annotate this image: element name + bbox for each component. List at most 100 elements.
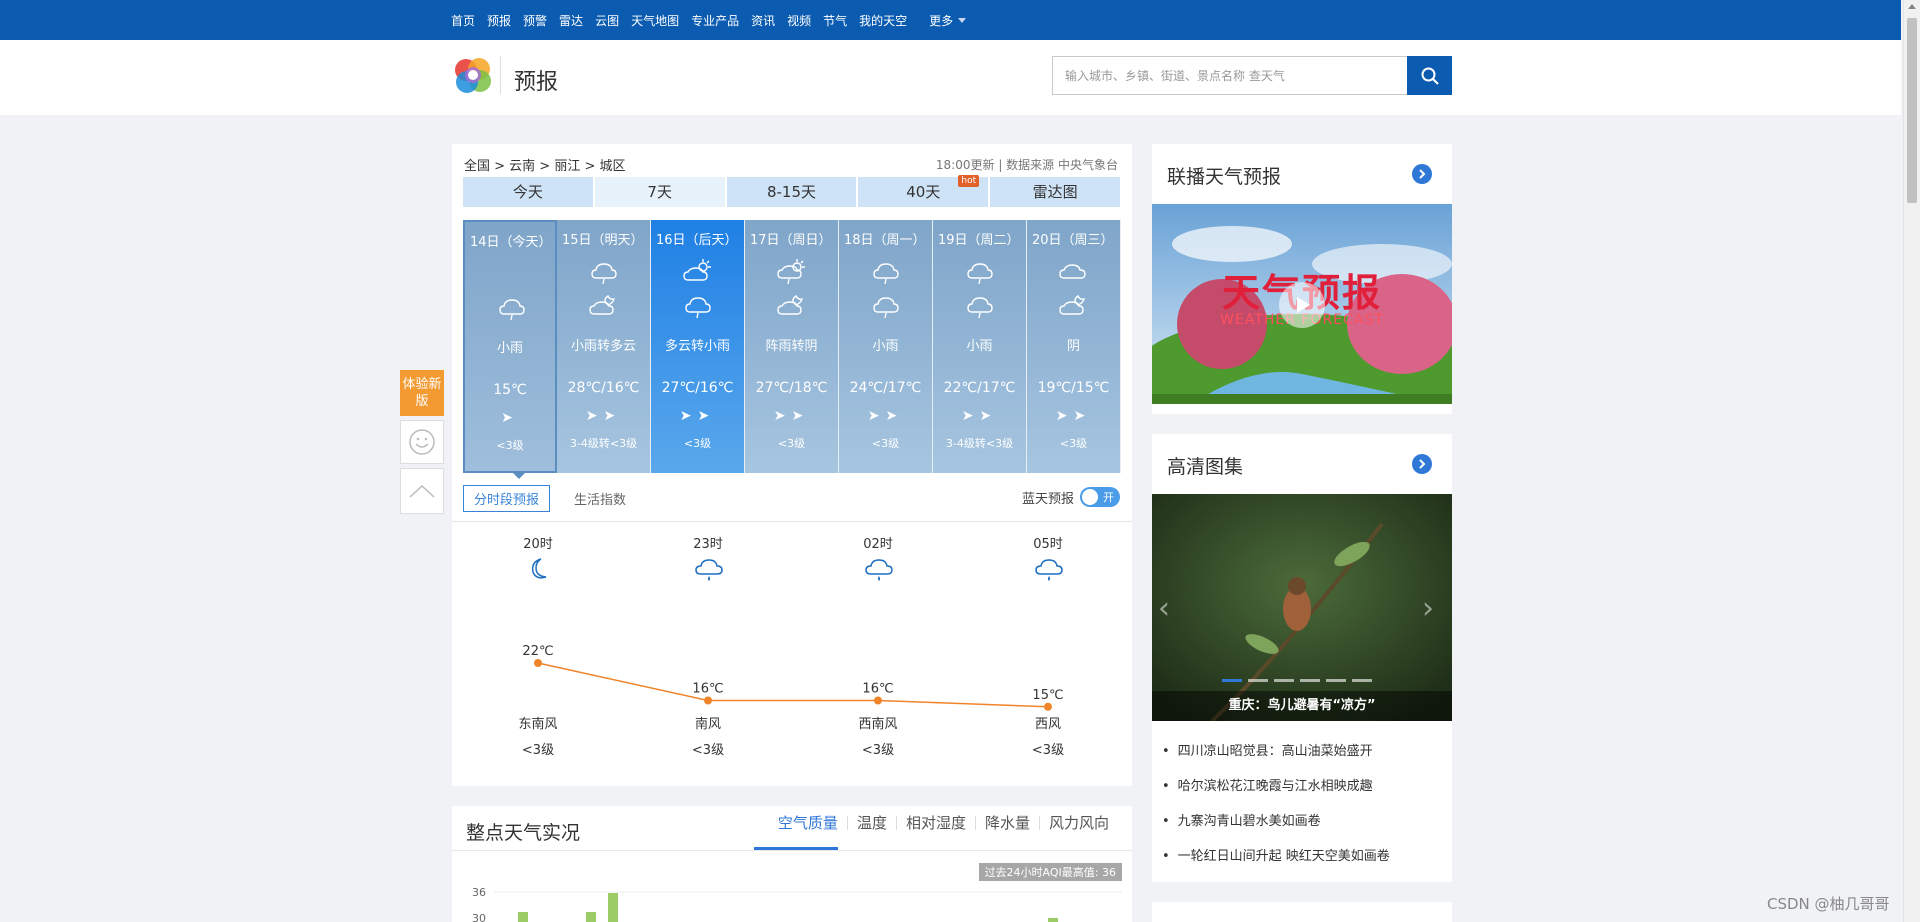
blue-sky-toggle[interactable]: 开 [1080,487,1120,507]
subtab-hourly[interactable]: 分时段预报 [463,485,551,512]
day-wind-level: <3级 [496,439,524,452]
gallery-next-button[interactable]: › [1422,594,1442,624]
gallery-dot[interactable] [1222,679,1242,682]
back-to-top-button[interactable] [400,468,444,514]
meta-divider: | [998,158,1007,172]
gallery-dot[interactable] [1300,679,1320,682]
nav-item[interactable]: 专业产品 [691,12,739,29]
news-item[interactable]: 九寨沟青山碧水美如画卷 [1162,804,1442,839]
wind-level-label: <3级 [862,743,894,758]
bird-photo-image [1152,494,1452,721]
nav-item[interactable]: 天气地图 [631,12,679,29]
broadcast-more-button[interactable] [1412,164,1432,184]
sun-rain-icon [777,259,805,285]
day-date: 18日（周一） [844,233,926,248]
forecast-tab[interactable]: 雷达图 [990,177,1120,207]
news-item[interactable]: 一轮红日山间升起 映红天空美如画卷 [1162,839,1442,874]
day-wind-level: <3级 [777,437,806,450]
gallery-prev-button[interactable]: ‹ [1158,594,1178,624]
nav-item[interactable]: 预警 [523,12,547,29]
breadcrumb[interactable]: 全国 > 云南 > 丽江 > 城区 [464,155,625,174]
gallery-slide[interactable]: ‹ › 重庆：鸟儿避暑有“凉方” [1152,494,1452,721]
nav-item[interactable]: 云图 [595,12,619,29]
temperature-line [537,662,1049,708]
watermark: CSDN @柚几哥哥 [1767,895,1890,913]
day-forecast-column[interactable]: 20日（周三） 阴 19℃/15℃ ➤➤ <3级 [1027,220,1121,473]
day-wind-level: <3级 [871,437,900,450]
day-date: 15日（明天） [562,233,644,248]
nav-item[interactable]: 资讯 [751,12,775,29]
observation-tabs: 空气质量 温度 相对湿度 降水量 风力风向 [769,816,1118,831]
nav-item[interactable]: 节气 [823,12,847,29]
forecast-tab[interactable]: 40天 hot [858,175,989,207]
rain-icon [695,559,723,581]
news-item[interactable]: 哈尔滨松花江晚霞与江水相映成趣 [1162,769,1442,804]
day-wind-level: 3-4级转<3级 [945,437,1014,450]
wind-direction-icon: ➤ [501,410,519,426]
gallery-dot[interactable] [1248,679,1268,682]
temperature-point [704,696,712,705]
page-scrollbar[interactable] [1903,0,1920,922]
nav-item[interactable]: 首页 [451,12,475,29]
seven-day-forecast: 14日（今天） 小雨 15℃ ➤ <3级 15日（明天） 小雨转多云 28℃/16℃ ➤➤ 3-4… [463,220,1122,479]
day-date: 14日（今天） [470,235,552,250]
day-date: 16日（后天） [656,233,738,248]
hourly-forecast-chart: 20时 22℃ 东南风 <3级 23时 16℃ 南风 <3级 02时 16℃ 西南风 <3级 05时 15… [518,537,1064,758]
search-button[interactable] [1407,56,1452,95]
nav-more-label: 更多 [929,13,954,28]
hour-label: 02时 [863,537,893,552]
gallery-dot[interactable] [1326,679,1346,682]
temperature-point [1044,702,1052,711]
search-input[interactable] [1053,57,1407,94]
observation-tab[interactable]: 相对湿度 [895,816,975,831]
play-button[interactable] [1279,282,1325,328]
day-forecast-column[interactable]: 14日（今天） 小雨 15℃ ➤ <3级 [463,220,557,479]
weather-logo-icon[interactable] [452,54,494,96]
nav-item[interactable]: 我的天空 [859,12,907,29]
wind-direction-icon: ➤➤ [585,408,622,424]
update-time: 18:00更新 [935,158,995,172]
observation-tab[interactable]: 降水量 [974,816,1039,831]
rain-icon [685,297,711,319]
broadcast-video-thumbnail[interactable]: 天气预报 WEATHER FORECAST [1152,204,1452,404]
observation-tab[interactable]: 风力风向 [1038,816,1118,831]
y-tick-label: 30 [472,912,486,922]
day-forecast-column[interactable]: 16日（后天） 多云转小雨 27℃/16℃ ➤➤ <3级 [651,220,745,473]
nav-item[interactable]: 雷达 [559,12,583,29]
observation-tab[interactable]: 空气质量 [769,816,847,831]
nav-more-menu[interactable]: 更多 [929,12,967,29]
gallery-more-button[interactable] [1412,454,1432,474]
gallery-dot[interactable] [1352,679,1372,682]
day-forecast-column[interactable]: 15日（明天） 小雨转多云 28℃/16℃ ➤➤ 3-4级转<3级 [557,220,651,473]
rain-icon [499,299,525,321]
scroll-up-arrow[interactable] [1908,4,1916,9]
forecast-tab[interactable]: 8-15天 [726,177,857,207]
feedback-button[interactable] [400,420,444,464]
subtab-life-index[interactable]: 生活指数 [564,486,636,511]
try-new-version-button[interactable]: 体验新版 [400,370,444,416]
nav-item[interactable]: 预报 [487,12,511,29]
day-temperature: 28℃/16℃ [567,380,640,396]
day-wind-level: 3-4级转<3级 [569,437,638,450]
day-temperature: 15℃ [493,382,527,398]
day-temperature: 24℃/17℃ [849,380,922,396]
moon-icon [531,558,547,579]
day-weather-desc: 小雨 [872,339,899,354]
nav-item[interactable]: 视频 [787,12,811,29]
forecast-tab[interactable]: 今天 [463,177,593,207]
tab-label: 雷达图 [1032,183,1078,201]
day-weather-desc: 阵雨转阴 [765,339,818,354]
day-weather-desc: 多云转小雨 [664,339,730,354]
news-item[interactable]: 四川凉山昭觉县：高山油菜始盛开 [1162,734,1442,769]
gallery-dot[interactable] [1274,679,1294,682]
search-box [1052,56,1452,95]
scroll-thumb[interactable] [1907,18,1917,203]
header: 预报 [0,40,1901,115]
day-forecast-column[interactable]: 19日（周二） 小雨 22℃/17℃ ➤➤ 3-4级转<3级 [933,220,1027,473]
forecast-tab[interactable]: 7天 [594,177,725,207]
observation-tab[interactable]: 温度 [846,816,896,831]
day-forecast-column[interactable]: 18日（周一） 小雨 24℃/17℃ ➤➤ <3级 [839,220,933,473]
day-temperature: 22℃/17℃ [943,380,1016,396]
top-nav-bar: 首页 预报 预警 雷达 云图 天气地图 专业产品 资讯 视频 节气 我的天空 更多 [0,0,1901,40]
day-forecast-column[interactable]: 17日（周日） 阵雨转阴 27℃/18℃ ➤➤ <3级 [745,220,839,473]
